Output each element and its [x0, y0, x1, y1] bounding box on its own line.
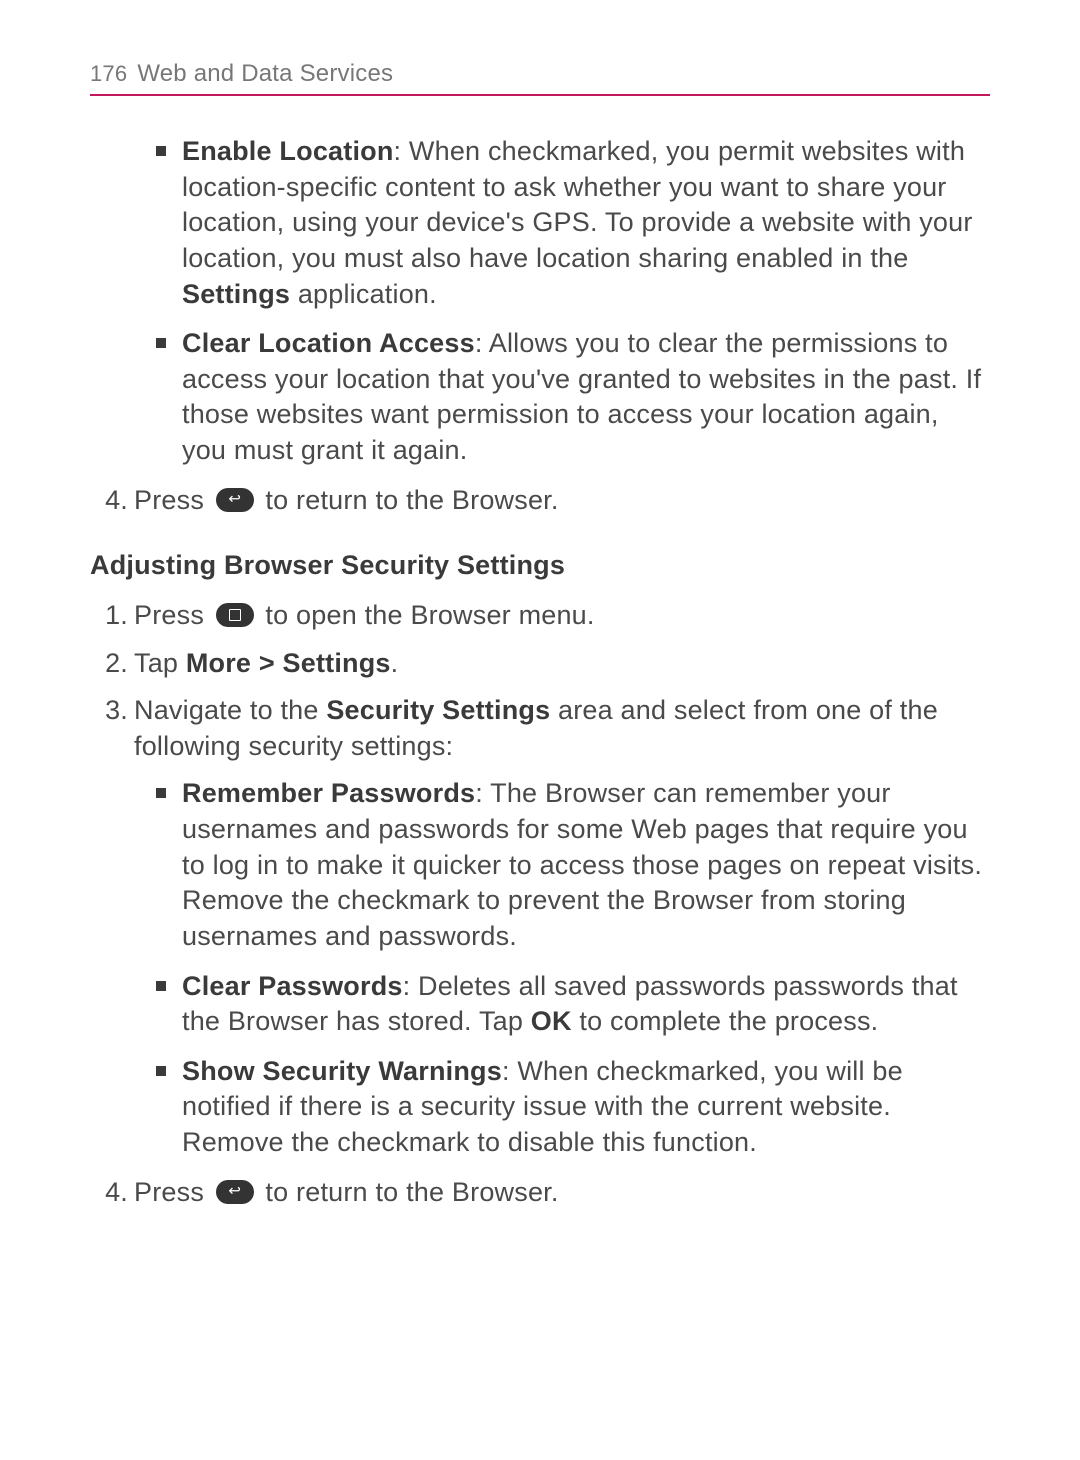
- bullet-clear-passwords: Clear Passwords: Deletes all saved passw…: [156, 969, 990, 1040]
- inline-bold: Settings: [182, 279, 290, 309]
- step-number: 4.: [100, 1175, 134, 1211]
- section-title: Web and Data Services: [137, 60, 393, 88]
- inline-bold: OK: [531, 1006, 572, 1036]
- text-before: Press: [134, 1177, 212, 1207]
- text-before: Navigate to the: [134, 695, 326, 725]
- step-text: Tap More > Settings.: [134, 646, 990, 682]
- step-text: Press to return to the Browser.: [134, 483, 990, 519]
- page-number: 176: [90, 61, 127, 87]
- bullet-title: Enable Location: [182, 136, 394, 166]
- step-3: 3. Navigate to the Security Settings are…: [100, 693, 990, 764]
- subsection-heading: Adjusting Browser Security Settings: [90, 548, 990, 584]
- step-text: Navigate to the Security Settings area a…: [134, 693, 990, 764]
- bullet-body-after: to complete the process.: [572, 1006, 879, 1036]
- step-2: 2. Tap More > Settings.: [100, 646, 990, 682]
- step-text: Press to open the Browser menu.: [134, 598, 990, 634]
- page-content: Enable Location: When checkmarked, you p…: [90, 134, 990, 1210]
- step-4-top: 4. Press to return to the Browser.: [100, 483, 990, 519]
- step-number: 4.: [100, 483, 134, 519]
- text-before: Press: [134, 600, 212, 630]
- bullet-title: Show Security Warnings: [182, 1056, 502, 1086]
- back-icon: [216, 1180, 254, 1204]
- security-bullet-list: Remember Passwords: The Browser can reme…: [156, 776, 990, 1160]
- bullet-remember-passwords: Remember Passwords: The Browser can reme…: [156, 776, 990, 954]
- bold-text: More > Settings: [186, 648, 391, 678]
- bullet-clear-location: Clear Location Access: Allows you to cle…: [156, 326, 990, 469]
- text-after: to open the Browser menu.: [258, 600, 595, 630]
- bullet-title: Clear Passwords: [182, 971, 403, 1001]
- text-before: Press: [134, 485, 212, 515]
- text-after: to return to the Browser.: [258, 485, 559, 515]
- bullet-enable-location: Enable Location: When checkmarked, you p…: [156, 134, 990, 312]
- bullet-title: Remember Passwords: [182, 778, 475, 808]
- step-number: 1.: [100, 598, 134, 634]
- step-number: 2.: [100, 646, 134, 682]
- text-before: Tap: [134, 648, 186, 678]
- bullet-title: Clear Location Access: [182, 328, 475, 358]
- step-number: 3.: [100, 693, 134, 729]
- text-after: .: [391, 648, 399, 678]
- text-after: to return to the Browser.: [258, 1177, 559, 1207]
- privacy-bullet-list: Enable Location: When checkmarked, you p…: [156, 134, 990, 469]
- page-header: 176 Web and Data Services: [90, 60, 990, 96]
- bullet-show-warnings: Show Security Warnings: When checkmarked…: [156, 1054, 990, 1161]
- bullet-text-after: application.: [290, 279, 437, 309]
- step-4-bottom: 4. Press to return to the Browser.: [100, 1175, 990, 1211]
- step-1: 1. Press to open the Browser menu.: [100, 598, 990, 634]
- step-text: Press to return to the Browser.: [134, 1175, 990, 1211]
- bold-text: Security Settings: [326, 695, 550, 725]
- document-page: 176 Web and Data Services Enable Locatio…: [0, 0, 1080, 1262]
- back-icon: [216, 488, 254, 512]
- menu-icon: [216, 603, 254, 627]
